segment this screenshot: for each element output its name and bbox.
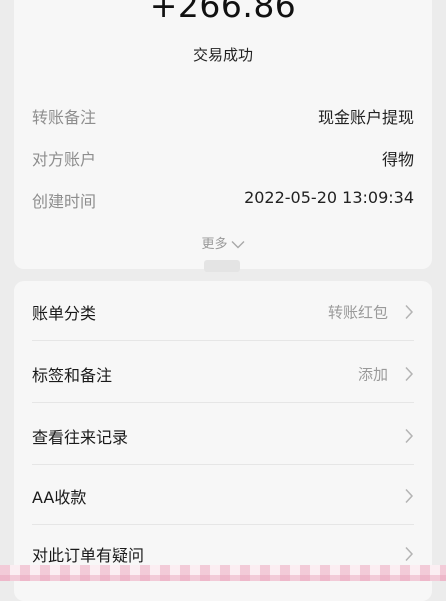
detail-row-remark: 转账备注 现金账户提现 (32, 104, 414, 128)
menu-item-label: 标签和备注 (32, 366, 113, 385)
menu-item-label: 查看往来记录 (32, 428, 129, 447)
transaction-amount: +266.86 (149, 0, 297, 25)
divider (32, 464, 414, 465)
divider (32, 340, 414, 341)
chevron-right-icon (405, 428, 414, 444)
menu-item-label: 对此订单有疑问 (32, 546, 145, 565)
gingham-border-decoration (0, 565, 446, 581)
card-notch (204, 260, 240, 272)
detail-row-counterparty: 对方账户 得物 (32, 146, 414, 170)
more-label: 更多 (201, 237, 228, 252)
detail-label: 对方账户 (32, 150, 97, 169)
detail-value: 得物 (381, 150, 414, 169)
transaction-summary-card: +266.86 交易成功 转账备注 现金账户提现 对方账户 得物 创建时间 20… (14, 0, 432, 269)
chevron-right-icon (405, 546, 414, 562)
detail-label: 转账备注 (32, 108, 97, 127)
chevron-right-icon (405, 366, 414, 382)
menu-item-value: 添加 (357, 365, 388, 384)
menu-item-bill-category[interactable]: 账单分类 转账红包 (14, 283, 432, 341)
menu-item-value: 转账红包 (327, 303, 388, 322)
detail-value: 2022-05-20 13:09:34 (244, 188, 414, 207)
menu-item-label: 账单分类 (32, 304, 97, 323)
chevron-right-icon (405, 304, 414, 320)
detail-label: 创建时间 (32, 192, 97, 211)
menu-item-tags-notes[interactable]: 标签和备注 添加 (14, 345, 432, 403)
actions-card: 账单分类 转账红包 标签和备注 添加 查看往来记录 AA收款 对此订单有疑问 (14, 281, 432, 601)
menu-item-aa-collect[interactable]: AA收款 (14, 467, 432, 525)
menu-item-history[interactable]: 查看往来记录 (14, 407, 432, 465)
detail-row-created-time: 创建时间 2022-05-20 13:09:34 (32, 188, 414, 212)
detail-value: 现金账户提现 (317, 108, 414, 127)
chevron-right-icon (405, 488, 414, 504)
menu-item-label: AA收款 (32, 488, 87, 507)
chevron-down-icon (231, 241, 244, 249)
more-toggle[interactable]: 更多 (14, 233, 432, 252)
transaction-status: 交易成功 (192, 46, 253, 64)
divider (32, 402, 414, 403)
